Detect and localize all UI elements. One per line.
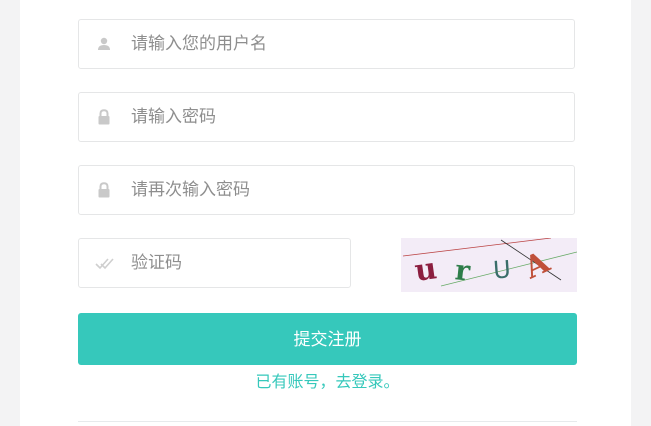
login-link[interactable]: 已有账号，去登录。	[78, 370, 577, 394]
confirm-password-placeholder: 请再次输入密码	[131, 180, 250, 200]
user-icon	[95, 35, 113, 53]
captcha-field[interactable]: 验证码	[78, 238, 351, 288]
username-field[interactable]: 请输入您的用户名	[78, 19, 575, 69]
submit-register-button[interactable]: 提交注册	[78, 313, 577, 365]
captcha-image[interactable]: u r U A	[401, 237, 578, 292]
username-placeholder: 请输入您的用户名	[131, 34, 267, 54]
password-placeholder: 请输入密码	[131, 107, 216, 127]
lock-icon	[95, 181, 113, 199]
captcha-char-2: r	[453, 253, 472, 287]
captcha-placeholder: 验证码	[131, 253, 182, 273]
password-field[interactable]: 请输入密码	[78, 92, 575, 142]
captcha-char-3: U	[492, 255, 511, 284]
captcha-char-1: u	[412, 251, 438, 289]
double-check-icon	[95, 254, 114, 272]
captcha-char-4: A	[518, 244, 555, 286]
divider	[78, 421, 577, 422]
confirm-password-field[interactable]: 请再次输入密码	[78, 165, 575, 215]
lock-icon	[95, 108, 113, 126]
